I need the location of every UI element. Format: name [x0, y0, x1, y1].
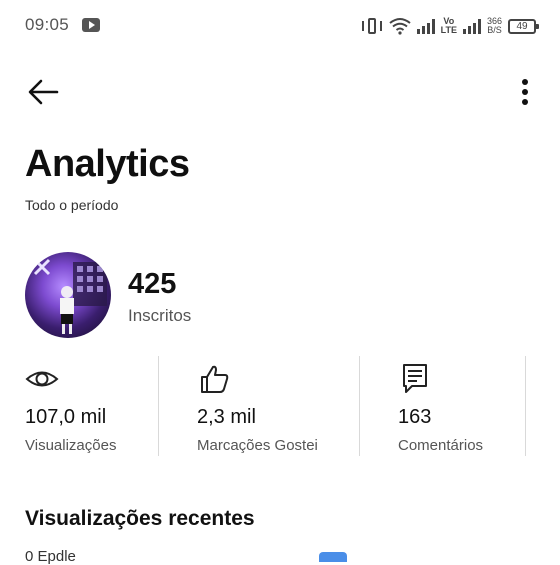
arrow-left-icon — [28, 79, 59, 105]
likes-value: 2,3 mil — [197, 406, 256, 428]
wifi-icon — [389, 18, 411, 35]
recent-views-title: Visualizações recentes — [25, 507, 255, 530]
volte-label: Vo LTE — [440, 16, 457, 35]
stat-divider — [359, 356, 360, 456]
network-speed: 366 B/S — [486, 16, 502, 35]
page-title: Analytics — [25, 143, 190, 185]
stat-likes[interactable]: 2,3 mil Marcações Gostei — [197, 358, 347, 458]
vibrate-icon — [361, 17, 383, 35]
comments-label: Comentários — [398, 437, 484, 454]
youtube-notification-icon — [82, 18, 100, 32]
status-icons: Vo LTE 366 B/S 49 — [361, 14, 539, 38]
more-options-button[interactable] — [515, 78, 535, 108]
comments-value: 163 — [398, 406, 432, 428]
channel-avatar[interactable] — [25, 252, 111, 338]
subscriber-label: Inscritos — [128, 306, 192, 325]
stat-views[interactable]: 107,0 mil Visualizações — [25, 358, 150, 458]
eye-icon — [25, 362, 59, 396]
stat-divider — [525, 356, 526, 456]
stat-comments[interactable]: 163 Comentários — [398, 358, 523, 458]
views-value: 107,0 mil — [25, 406, 107, 428]
period-subtitle: Todo o período — [25, 197, 119, 213]
recent-item-partial[interactable]: 0 Epdle — [25, 548, 76, 565]
back-button[interactable] — [26, 78, 60, 106]
battery-icon: 49 — [508, 18, 539, 34]
stat-divider — [158, 356, 159, 456]
more-vertical-icon — [522, 79, 528, 105]
signal-icon-2 — [462, 18, 481, 34]
comment-icon — [398, 362, 432, 396]
avatar-image — [33, 258, 107, 334]
recent-item-chip[interactable] — [319, 552, 347, 562]
subscriber-count: 425 — [128, 268, 177, 300]
status-bar: 09:05 Vo LTE 366 B/S 49 — [0, 0, 560, 52]
thumbs-up-icon — [197, 362, 231, 396]
likes-label: Marcações Gostei — [197, 437, 318, 454]
status-time: 09:05 — [25, 15, 70, 34]
signal-icon-1 — [416, 18, 435, 34]
views-label: Visualizações — [25, 437, 117, 454]
